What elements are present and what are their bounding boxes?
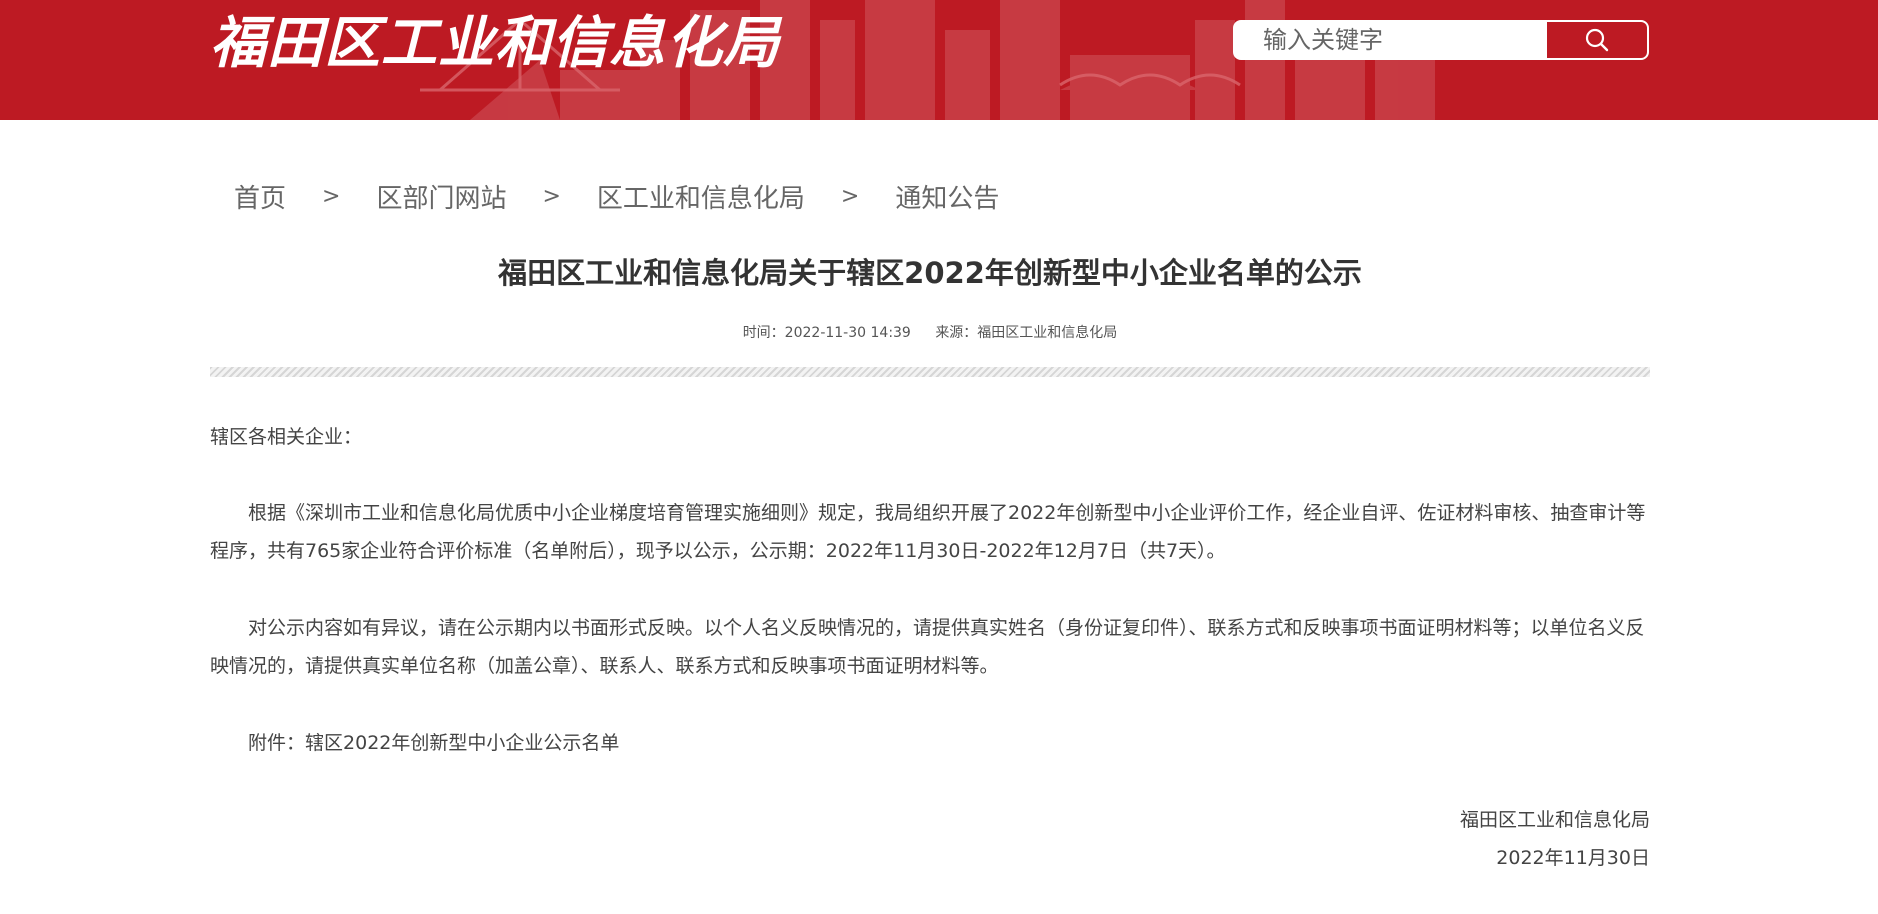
paragraph: 根据《深圳市工业和信息化局优质中小企业梯度培育管理实施细则》规定，我局组织开展了… — [210, 502, 1646, 562]
breadcrumb-home[interactable]: 首页 — [234, 178, 286, 215]
publish-time: 时间：2022-11-30 14:39 — [742, 325, 911, 341]
breadcrumb-notices[interactable]: 通知公告 — [895, 178, 999, 215]
page: 福田区工业和信息化局 首页 > 区部门网站 > 区工业和信息化局 > 通知公告 … — [0, 0, 1878, 914]
search-icon — [1585, 28, 1609, 52]
breadcrumb-separator: > — [542, 184, 561, 209]
search-input[interactable] — [1235, 22, 1547, 58]
signature-date: 2022年11月30日 — [1496, 847, 1650, 869]
attachment-line: 附件：辖区2022年创新型中小企业公示名单 — [210, 724, 1650, 762]
attachment-link[interactable]: 辖区2022年创新型中小企业公示名单 — [305, 732, 619, 754]
article-body: 辖区各相关企业： 根据《深圳市工业和信息化局优质中小企业梯度培育管理实施细则》规… — [210, 418, 1650, 877]
article-source: 来源：福田区工业和信息化局 — [935, 325, 1118, 341]
breadcrumb-separator: > — [322, 184, 341, 209]
search-box — [1233, 20, 1649, 60]
breadcrumb-district-depts[interactable]: 区部门网站 — [376, 178, 506, 215]
breadcrumb-separator: > — [840, 184, 860, 209]
paragraph: 对公示内容如有异议，请在公示期内以书面形式反映。以个人名义反映情况的，请提供真实… — [210, 617, 1645, 677]
breadcrumb-industry-bureau[interactable]: 区工业和信息化局 — [597, 178, 805, 215]
site-title[interactable]: 福田区工业和信息化局 — [210, 8, 780, 80]
article-title: 福田区工业和信息化局关于辖区2022年创新型中小企业名单的公示 — [498, 256, 1362, 290]
signature-org: 福田区工业和信息化局 — [1459, 809, 1650, 831]
greeting: 辖区各相关企业： — [210, 426, 363, 448]
site-header: 福田区工业和信息化局 — [0, 0, 1878, 120]
article-meta: 时间：2022-11-30 14:39 来源：福田区工业和信息化局 — [210, 322, 1650, 342]
divider — [210, 367, 1650, 377]
breadcrumb: 首页 > 区部门网站 > 区工业和信息化局 > 通知公告 — [234, 178, 999, 215]
attachment-label: 附件： — [248, 732, 306, 754]
search-button[interactable] — [1547, 22, 1647, 58]
